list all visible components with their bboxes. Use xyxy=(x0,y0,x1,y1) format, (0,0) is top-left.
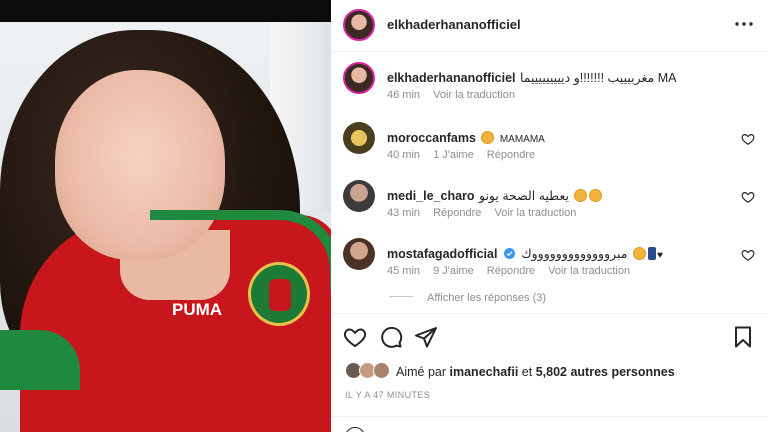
caption: elkhaderhananofficiel مغربيييب !!!!!!!و … xyxy=(331,62,768,106)
heart-icon[interactable] xyxy=(741,190,755,204)
comment-bubble-icon[interactable] xyxy=(379,325,403,349)
paper-plane-icon[interactable] xyxy=(414,325,438,349)
post-header: elkhaderhananofficiel xyxy=(331,0,768,52)
comment-time[interactable]: 43 min xyxy=(387,207,420,219)
comment-line: medi_le_charo يعطيه الصحة يونو xyxy=(387,187,603,205)
comment-time[interactable]: 40 min xyxy=(387,149,420,161)
comment-likes[interactable]: 9 J'aime xyxy=(433,265,474,277)
comment-translate-link[interactable]: Voir la traduction xyxy=(494,207,576,219)
replies-divider xyxy=(389,296,413,297)
verified-badge-icon xyxy=(503,248,515,259)
comment-item: mostafagadofficial مبروووووووووووووك ♥ 4… xyxy=(331,238,768,282)
view-replies-label: Afficher les réponses (3) xyxy=(427,292,547,304)
comment-author[interactable]: medi_le_charo xyxy=(387,189,475,203)
person-emoji-icon xyxy=(647,247,656,260)
comment-meta: 43 min Répondre Voir la traduction xyxy=(387,207,586,219)
caption-translate-link[interactable]: Voir la traduction xyxy=(433,89,515,101)
comment-item: medi_le_charo يعطيه الصحة يونو 43 min Ré… xyxy=(331,180,768,224)
bookmark-icon[interactable] xyxy=(731,325,755,349)
star-eyes-emoji-icon xyxy=(481,131,495,144)
action-bar xyxy=(331,313,768,357)
comment-avatar[interactable] xyxy=(343,122,375,154)
caption-avatar[interactable] xyxy=(343,62,375,94)
photo-top-bar xyxy=(0,0,331,22)
comment-translate-link[interactable]: Voir la traduction xyxy=(548,265,630,277)
caption-author[interactable]: elkhaderhananofficiel xyxy=(387,71,516,85)
author-username[interactable]: elkhaderhananofficiel xyxy=(387,17,521,32)
post-timestamp[interactable]: IL Y A 47 MINUTES xyxy=(345,390,430,400)
caption-meta: 46 min Voir la traduction xyxy=(387,89,525,101)
smiley-icon[interactable] xyxy=(345,427,365,432)
comment-item: moroccanfams MAMAMA 40 min 1 J'aime Répo… xyxy=(331,122,768,166)
caption-line: elkhaderhananofficiel مغربيييب !!!!!!!و … xyxy=(387,69,676,87)
heart-icon[interactable] xyxy=(343,325,367,349)
comment-text: MAMAMA xyxy=(499,134,545,145)
heart-emoji-icon: ♥ xyxy=(656,250,663,261)
comment-line: mostafagadofficial مبروووووووووووووك ♥ xyxy=(387,245,663,263)
comment-avatar[interactable] xyxy=(343,180,375,212)
post-sidebar: elkhaderhananofficiel elkhaderhananoffic… xyxy=(331,0,768,432)
add-comment-bar xyxy=(331,416,768,432)
comment-meta: 40 min 1 J'aime Répondre xyxy=(387,149,545,161)
comment-likes[interactable]: 1 J'aime xyxy=(433,149,474,161)
post-photo: PUMA xyxy=(0,0,331,432)
comment-meta: 45 min 9 J'aime Répondre Voir la traduct… xyxy=(387,265,640,277)
hugging-emoji-icon xyxy=(632,247,646,260)
comment-author[interactable]: mostafagadofficial xyxy=(387,247,497,261)
jersey-brand-logo: PUMA xyxy=(172,300,223,319)
comment-reply-link[interactable]: Répondre xyxy=(487,149,535,161)
comment-time[interactable]: 45 min xyxy=(387,265,420,277)
likes-user-link[interactable]: imanechafii xyxy=(450,365,519,379)
clap-emoji-icon xyxy=(574,189,588,202)
comment-text: مبروووووووووووووك xyxy=(521,247,628,261)
likes-others-link[interactable]: 5,802 autres personnes xyxy=(536,365,675,379)
jersey-crest xyxy=(248,262,310,326)
comment-line: moroccanfams MAMAMA xyxy=(387,129,545,147)
view-replies-button[interactable]: Afficher les réponses (3) xyxy=(389,292,546,304)
caption-time[interactable]: 46 min xyxy=(387,89,420,101)
likes-text: Aimé par imanechafii et 5,802 autres per… xyxy=(396,365,675,379)
likes-summary: Aimé par imanechafii et 5,802 autres per… xyxy=(331,360,768,384)
author-avatar[interactable] xyxy=(343,9,375,41)
heart-icon[interactable] xyxy=(741,132,755,146)
more-horizontal-icon[interactable] xyxy=(733,16,755,32)
heart-icon[interactable] xyxy=(741,248,755,262)
liker-avatar[interactable] xyxy=(373,362,390,379)
clap-emoji-icon xyxy=(589,189,603,202)
caption-text: مغربيييب !!!!!!!و ديييييييييما MA xyxy=(519,71,677,85)
comment-avatar[interactable] xyxy=(343,238,375,270)
comment-reply-link[interactable]: Répondre xyxy=(433,207,481,219)
likes-connector: et xyxy=(521,365,533,379)
comment-text: يعطيه الصحة يونو xyxy=(479,189,569,203)
comment-author[interactable]: moroccanfams xyxy=(387,131,476,145)
comment-reply-link[interactable]: Répondre xyxy=(487,265,535,277)
likes-prefix: Aimé par xyxy=(396,365,447,379)
